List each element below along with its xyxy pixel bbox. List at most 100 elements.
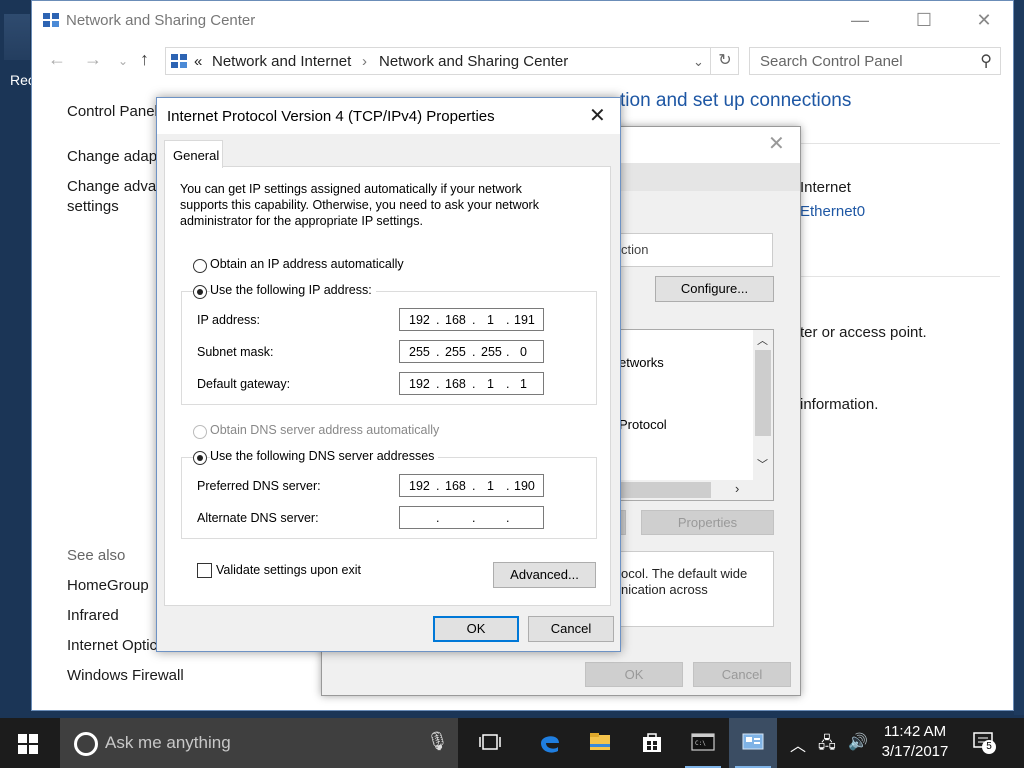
octet: 168	[445, 377, 466, 391]
subnet-mask-input[interactable]: 255. 255. 255. 0	[399, 340, 544, 363]
use-following-dns-radio[interactable]	[193, 451, 207, 465]
advanced-button[interactable]: Advanced...	[493, 562, 596, 588]
horizontal-scrollbar[interactable]: ›	[619, 480, 773, 500]
default-gateway-input[interactable]: 192. 168. 1. 1	[399, 372, 544, 395]
preferred-dns-input[interactable]: 192. 168. 1. 190	[399, 474, 544, 497]
control-panel-icon	[742, 733, 764, 750]
configure-button[interactable]: Configure...	[655, 276, 774, 302]
control-panel-button[interactable]	[729, 718, 777, 768]
volume-icon[interactable]: 🔊	[848, 732, 868, 752]
scroll-thumb[interactable]	[755, 350, 771, 436]
forward-icon[interactable]: →	[84, 49, 102, 70]
edge-button[interactable]	[526, 718, 574, 768]
properties-button[interactable]: Properties	[641, 510, 774, 535]
network-icon[interactable]: 🖧	[818, 732, 836, 759]
chevron-down-icon[interactable]: ⌄	[693, 54, 704, 70]
adapter-name: ction	[621, 242, 649, 257]
vertical-scrollbar[interactable]: ︿ ﹀	[753, 330, 773, 480]
see-also-windows-firewall[interactable]: Windows Firewall	[67, 667, 184, 684]
recent-dropdown-icon[interactable]: ⌄	[118, 54, 128, 68]
up-icon[interactable]: ↑	[140, 49, 149, 70]
window-title: Network and Sharing Center	[66, 12, 256, 29]
ok-button[interactable]: OK	[433, 616, 519, 642]
close-icon[interactable]: ✕	[768, 131, 785, 156]
sidebar-change-adapter[interactable]: Change adap	[67, 148, 157, 165]
desktop-edge	[1014, 0, 1024, 715]
scroll-up-icon[interactable]: ︿	[757, 332, 768, 348]
cortana-search-box[interactable]: Ask me anything 🎙	[60, 718, 458, 768]
breadcrumb-network-sharing[interactable]: Network and Sharing Center	[379, 53, 568, 70]
network-access-type: Internet	[800, 179, 851, 196]
alternate-dns-input[interactable]: ...	[399, 506, 544, 529]
cancel-button[interactable]: Cancel	[693, 662, 791, 687]
octet: 192	[409, 479, 430, 493]
list-item[interactable]: Protocol	[619, 417, 667, 432]
desktop-recycle-bin[interactable]: Rec	[4, 14, 35, 88]
search-icon[interactable]: ⚲	[980, 51, 992, 71]
clock[interactable]: 11:42 AM 3/17/2017	[874, 722, 956, 762]
back-icon[interactable]: ←	[48, 49, 66, 70]
obtain-dns-auto-label[interactable]: Obtain DNS server address automatically	[210, 423, 439, 437]
close-icon[interactable]: ✕	[589, 103, 606, 128]
sidebar-change-advanced-line2[interactable]: settings	[67, 198, 119, 215]
validate-checkbox[interactable]	[197, 563, 212, 578]
octet: 255	[409, 345, 430, 359]
octet: 1	[487, 313, 494, 327]
address-bar[interactable]: « Network and Internet › Network and Sha…	[165, 47, 739, 75]
store-icon	[643, 733, 661, 752]
microphone-icon[interactable]: 🎙	[426, 731, 449, 752]
breadcrumb-network-internet[interactable]: Network and Internet	[212, 53, 351, 70]
octet: 168	[445, 479, 466, 493]
ip-address-input[interactable]: 192. 168. 1. 191	[399, 308, 544, 331]
see-also-infrared[interactable]: Infrared	[67, 607, 119, 624]
show-hidden-icons-icon[interactable]: ︿	[790, 732, 806, 756]
divider	[800, 143, 1000, 144]
see-also-homegroup[interactable]: HomeGroup	[67, 577, 149, 594]
breadcrumb-separator: ›	[362, 53, 367, 70]
minimize-button[interactable]: —	[840, 7, 880, 33]
list-item[interactable]: etworks	[619, 355, 664, 370]
sidebar-control-panel-home[interactable]: Control Panel	[67, 103, 158, 120]
obtain-ip-auto-radio[interactable]	[193, 259, 207, 273]
use-following-ip-label[interactable]: Use the following IP address:	[210, 283, 376, 297]
store-button[interactable]	[628, 718, 676, 768]
octet: 191	[514, 313, 535, 327]
search-input[interactable]: Search Control Panel ⚲	[749, 47, 1001, 75]
subnet-mask-label: Subnet mask:	[197, 345, 274, 359]
use-following-ip-radio[interactable]	[193, 285, 207, 299]
components-list[interactable]: etworks Protocol ︿ ﹀ ›	[618, 329, 774, 501]
task-view-button[interactable]	[466, 718, 514, 768]
maximize-button[interactable]: ☐	[904, 7, 944, 33]
file-explorer-button[interactable]	[576, 718, 624, 768]
action-center-button[interactable]: 5	[972, 730, 996, 754]
close-button[interactable]: ✕	[964, 7, 1004, 33]
ok-button[interactable]: OK	[585, 662, 683, 687]
scroll-thumb[interactable]	[619, 482, 711, 498]
search-placeholder: Search Control Panel	[760, 53, 903, 70]
svg-text:C:\: C:\	[695, 740, 706, 747]
tab-general[interactable]: General	[164, 140, 223, 168]
cancel-button[interactable]: Cancel	[528, 616, 614, 642]
notification-count: 5	[982, 740, 996, 754]
octet: 192	[409, 313, 430, 327]
use-following-dns-label[interactable]: Use the following DNS server addresses	[210, 449, 439, 463]
command-prompt-button[interactable]: C:\	[679, 718, 727, 768]
sidebar-change-advanced[interactable]: Change advar	[67, 178, 161, 195]
dialog-title-bar: Internet Protocol Version 4 (TCP/IPv4) P…	[157, 98, 620, 134]
breadcrumb-overflow[interactable]: «	[194, 53, 202, 70]
octet: 0	[520, 345, 527, 359]
obtain-ip-auto-label[interactable]: Obtain an IP address automatically	[210, 257, 404, 271]
scroll-right-icon[interactable]: ›	[735, 481, 739, 496]
tab-label: General	[173, 148, 220, 163]
refresh-icon[interactable]: ↻	[710, 47, 739, 75]
windows-start-icon[interactable]	[18, 734, 38, 754]
divider	[800, 276, 1000, 277]
validate-label[interactable]: Validate settings upon exit	[216, 563, 361, 577]
connect-using-field: ction	[618, 233, 773, 267]
terminal-icon: C:\	[691, 733, 715, 751]
see-also-internet-options[interactable]: Internet Optic	[67, 637, 157, 654]
ethernet-connection-link[interactable]: Ethernet0	[800, 203, 865, 220]
scroll-down-icon[interactable]: ﹀	[757, 456, 768, 472]
obtain-dns-auto-radio[interactable]	[193, 425, 207, 439]
component-description: ocol. The default wide nication across	[618, 551, 774, 627]
